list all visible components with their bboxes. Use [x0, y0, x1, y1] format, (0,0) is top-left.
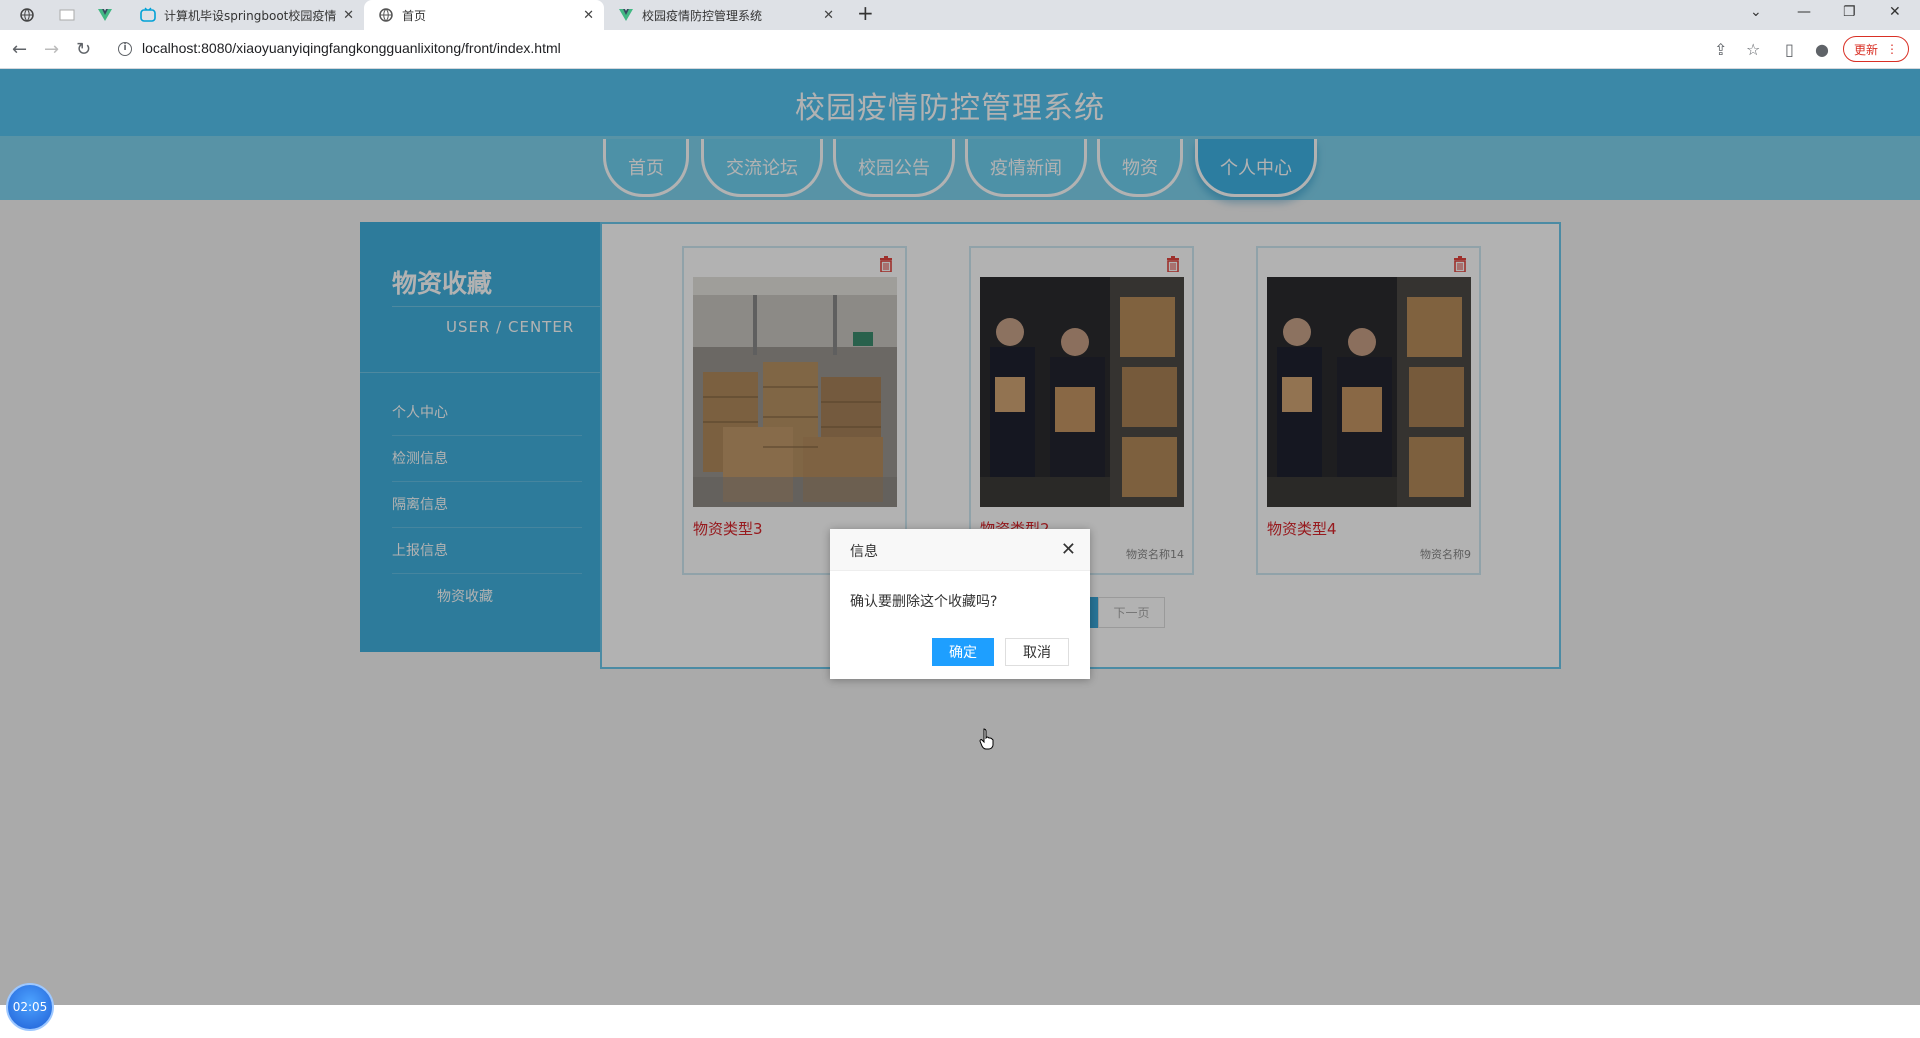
bottom-strip — [0, 1005, 1920, 1038]
confirm-dialog: 信息 ✕ 确认要删除这个收藏吗? 确定 取消 — [830, 529, 1090, 679]
tab-home[interactable]: 首页 ✕ — [364, 0, 604, 30]
profile-icon[interactable]: ● — [1815, 40, 1829, 59]
minimize-icon[interactable]: — — [1797, 4, 1811, 20]
update-label: 更新 — [1853, 42, 1878, 57]
new-tab-icon[interactable]: + — [857, 1, 874, 25]
blank-page-icon[interactable] — [59, 7, 75, 23]
more-icon: ⋮ — [1886, 42, 1898, 56]
vue-icon — [619, 9, 633, 21]
close-tab-icon[interactable]: ✕ — [343, 8, 354, 23]
browser-tab-strip: 计算机毕设springboot校园疫情 ✕ 首页 ✕ 校园疫情防控管理系统 ✕ … — [0, 0, 1920, 30]
update-button[interactable]: 更新 ⋮ — [1843, 36, 1909, 62]
globe-icon — [379, 8, 393, 22]
dialog-title: 信息 — [850, 544, 878, 560]
hand-cursor-icon — [979, 728, 994, 750]
address-bar: ← → ↻ i localhost:8080/xiaoyuanyiqingfan… — [0, 30, 1920, 69]
url-field[interactable]: localhost:8080/xiaoyuanyiqingfangkonggua… — [142, 40, 561, 56]
vue-icon[interactable] — [97, 7, 113, 23]
globe-icon[interactable] — [19, 7, 35, 23]
share-icon[interactable]: ⇪ — [1714, 40, 1727, 59]
recording-timer[interactable]: 02:05 — [6, 983, 54, 1031]
cancel-button[interactable]: 取消 — [1005, 638, 1069, 666]
tab-title: 校园疫情防控管理系统 — [642, 8, 763, 23]
bilibili-icon — [140, 7, 156, 22]
site-info-icon[interactable]: i — [118, 42, 132, 56]
back-icon[interactable]: ← — [12, 39, 27, 60]
tab-system[interactable]: 校园疫情防控管理系统 ✕ — [604, 0, 844, 30]
star-icon[interactable]: ☆ — [1746, 40, 1760, 59]
restore-icon[interactable]: ❐ — [1843, 4, 1856, 20]
chevron-down-icon[interactable]: ⌄ — [1750, 4, 1762, 20]
tab-title: 计算机毕设springboot校园疫情 — [164, 8, 337, 23]
forward-icon[interactable]: → — [44, 39, 59, 60]
close-window-icon[interactable]: ✕ — [1889, 4, 1901, 20]
sidepanel-icon[interactable]: ▯ — [1785, 40, 1794, 59]
close-tab-icon[interactable]: ✕ — [583, 8, 594, 23]
reload-icon[interactable]: ↻ — [76, 39, 91, 60]
confirm-button[interactable]: 确定 — [932, 638, 994, 666]
close-tab-icon[interactable]: ✕ — [823, 8, 834, 23]
tab-bilibili[interactable]: 计算机毕设springboot校园疫情 ✕ — [126, 0, 364, 30]
tab-title: 首页 — [402, 8, 427, 23]
dialog-message: 确认要删除这个收藏吗? — [850, 594, 998, 610]
web-page: 校园疫情防控管理系统 首页 交流论坛 校园公告 疫情新闻 物资 个人中心 物资收… — [0, 69, 1920, 1005]
close-icon[interactable]: ✕ — [1061, 539, 1076, 560]
dialog-header: 信息 ✕ — [830, 529, 1090, 571]
